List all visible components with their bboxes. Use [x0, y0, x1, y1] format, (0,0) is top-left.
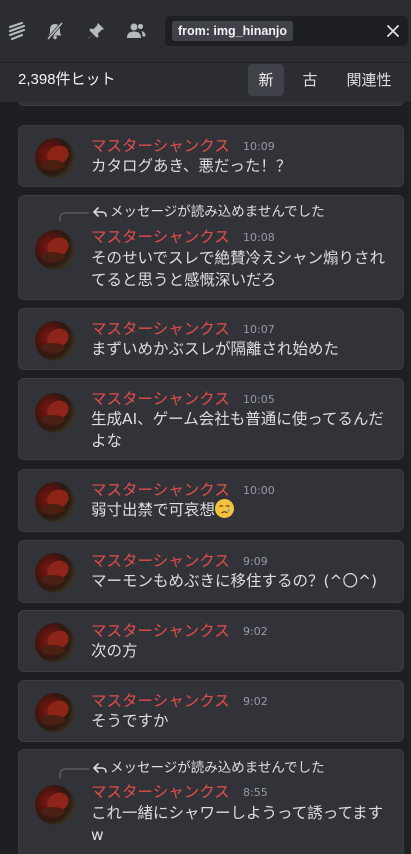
reply-connector	[59, 212, 89, 222]
search-result-card-partial[interactable]	[18, 102, 404, 106]
author-name[interactable]: マスターシャンクス	[91, 782, 230, 802]
search-result-card[interactable]: マスターシャンクス 10:07 まずいめかぶスレが隔離され始めた	[18, 308, 404, 370]
pin-icon[interactable]	[85, 20, 107, 42]
author-name[interactable]: マスターシャンクス	[91, 480, 230, 500]
close-icon[interactable]	[384, 22, 402, 40]
search-input[interactable]: from: img_hinanjo	[165, 16, 408, 46]
timestamp: 9:09	[243, 555, 268, 568]
search-result-card[interactable]: マスターシャンクス 9:09 マーモンもめぶきに移住するの？(^〇^)	[18, 540, 404, 603]
avatar[interactable]	[35, 321, 75, 361]
timestamp: 10:07	[243, 323, 275, 336]
message-text: 弱寸出禁で可哀想	[91, 501, 216, 519]
search-result-card[interactable]: マスターシャンクス 10:00 弱寸出禁で可哀想	[18, 469, 404, 532]
timestamp: 10:08	[243, 231, 275, 244]
timestamp: 10:00	[243, 484, 275, 497]
timestamp: 10:09	[243, 140, 275, 153]
search-result-card[interactable]: マスターシャンクス 10:05 生成AI、ゲーム会社も普通に使ってるんだよな	[18, 378, 404, 460]
avatar[interactable]	[35, 138, 75, 178]
author-name[interactable]: マスターシャンクス	[91, 389, 230, 409]
reply-text: メッセージが読み込めませんでした	[110, 760, 325, 776]
sort-relevance-tab[interactable]: 関連性	[338, 64, 400, 96]
search-filter-chip[interactable]: from: img_hinanjo	[172, 21, 294, 41]
message-text: 生成AI、ゲーム会社も普通に使ってるんだよな	[91, 410, 384, 450]
avatar[interactable]	[35, 553, 75, 593]
author-name[interactable]: マスターシャンクス	[91, 227, 230, 247]
sort-newest-tab[interactable]: 新	[248, 64, 284, 96]
message-text: まずいめかぶスレが隔離され始めた	[91, 340, 340, 358]
timestamp: 9:02	[243, 695, 268, 708]
timestamp: 10:05	[243, 393, 275, 406]
avatar[interactable]	[35, 785, 75, 825]
channel-toolbar: from: img_hinanjo	[0, 0, 411, 62]
reply-arrow-icon	[93, 763, 107, 773]
search-result-card[interactable]: メッセージが読み込めませんでした マスターシャンクス 10:08 そのせいでスレ…	[18, 195, 404, 300]
message-text: これ一緒にシャワーしようって誘ってますw	[91, 804, 384, 844]
timestamp: 9:02	[243, 625, 268, 638]
author-name[interactable]: マスターシャンクス	[91, 621, 230, 641]
threads-icon[interactable]	[6, 20, 28, 42]
timestamp: 8:55	[243, 786, 268, 799]
message-text: そうですか	[91, 712, 169, 730]
sort-oldest-tab[interactable]: 古	[292, 64, 328, 96]
reply-text: メッセージが読み込めませんでした	[110, 204, 325, 220]
avatar[interactable]	[35, 623, 75, 663]
message-body: 弱寸出禁で可哀想	[91, 499, 391, 521]
avatar[interactable]	[35, 693, 75, 733]
message-text: マーモンもめぶきに移住するの？(^〇^)	[91, 572, 378, 590]
message-text: そのせいでスレで絶賛冷えシャン煽りされてると思うと感慨深いだろ	[91, 249, 386, 289]
reply-arrow-icon	[93, 207, 107, 217]
search-result-card[interactable]: マスターシャンクス 9:02 そうですか	[18, 680, 404, 742]
reply-preview[interactable]: メッセージが読み込めませんでした	[59, 760, 389, 778]
search-results-list[interactable]: マスターシャンクス 10:09 カタログあき、悪だった！？ メッセージが読み込め…	[0, 102, 411, 854]
results-count: 2,398件ヒット	[18, 71, 116, 88]
crying-face-emoji-icon	[215, 499, 235, 518]
author-name[interactable]: マスターシャンクス	[91, 551, 230, 571]
reply-connector	[59, 768, 89, 778]
author-name[interactable]: マスターシャンクス	[91, 691, 230, 711]
avatar[interactable]	[35, 230, 75, 270]
message-text: カタログあき、悪だった！？	[91, 157, 292, 175]
mute-bell-icon[interactable]	[44, 20, 66, 42]
results-header: 2,398件ヒット 新 古 関連性	[0, 62, 411, 102]
author-name[interactable]: マスターシャンクス	[91, 319, 230, 339]
search-result-card[interactable]: マスターシャンクス 9:02 次の方	[18, 610, 404, 672]
reply-preview[interactable]: メッセージが読み込めませんでした	[59, 204, 389, 222]
search-result-card[interactable]: マスターシャンクス 10:09 カタログあき、悪だった！？	[18, 125, 404, 187]
avatar[interactable]	[35, 393, 75, 433]
message-text: 次の方	[91, 642, 138, 660]
search-result-card[interactable]: メッセージが読み込めませんでした マスターシャンクス 8:55 これ一緒にシャワ…	[18, 749, 404, 854]
members-icon[interactable]	[125, 20, 147, 42]
author-name[interactable]: マスターシャンクス	[91, 136, 230, 156]
avatar[interactable]	[35, 482, 75, 522]
